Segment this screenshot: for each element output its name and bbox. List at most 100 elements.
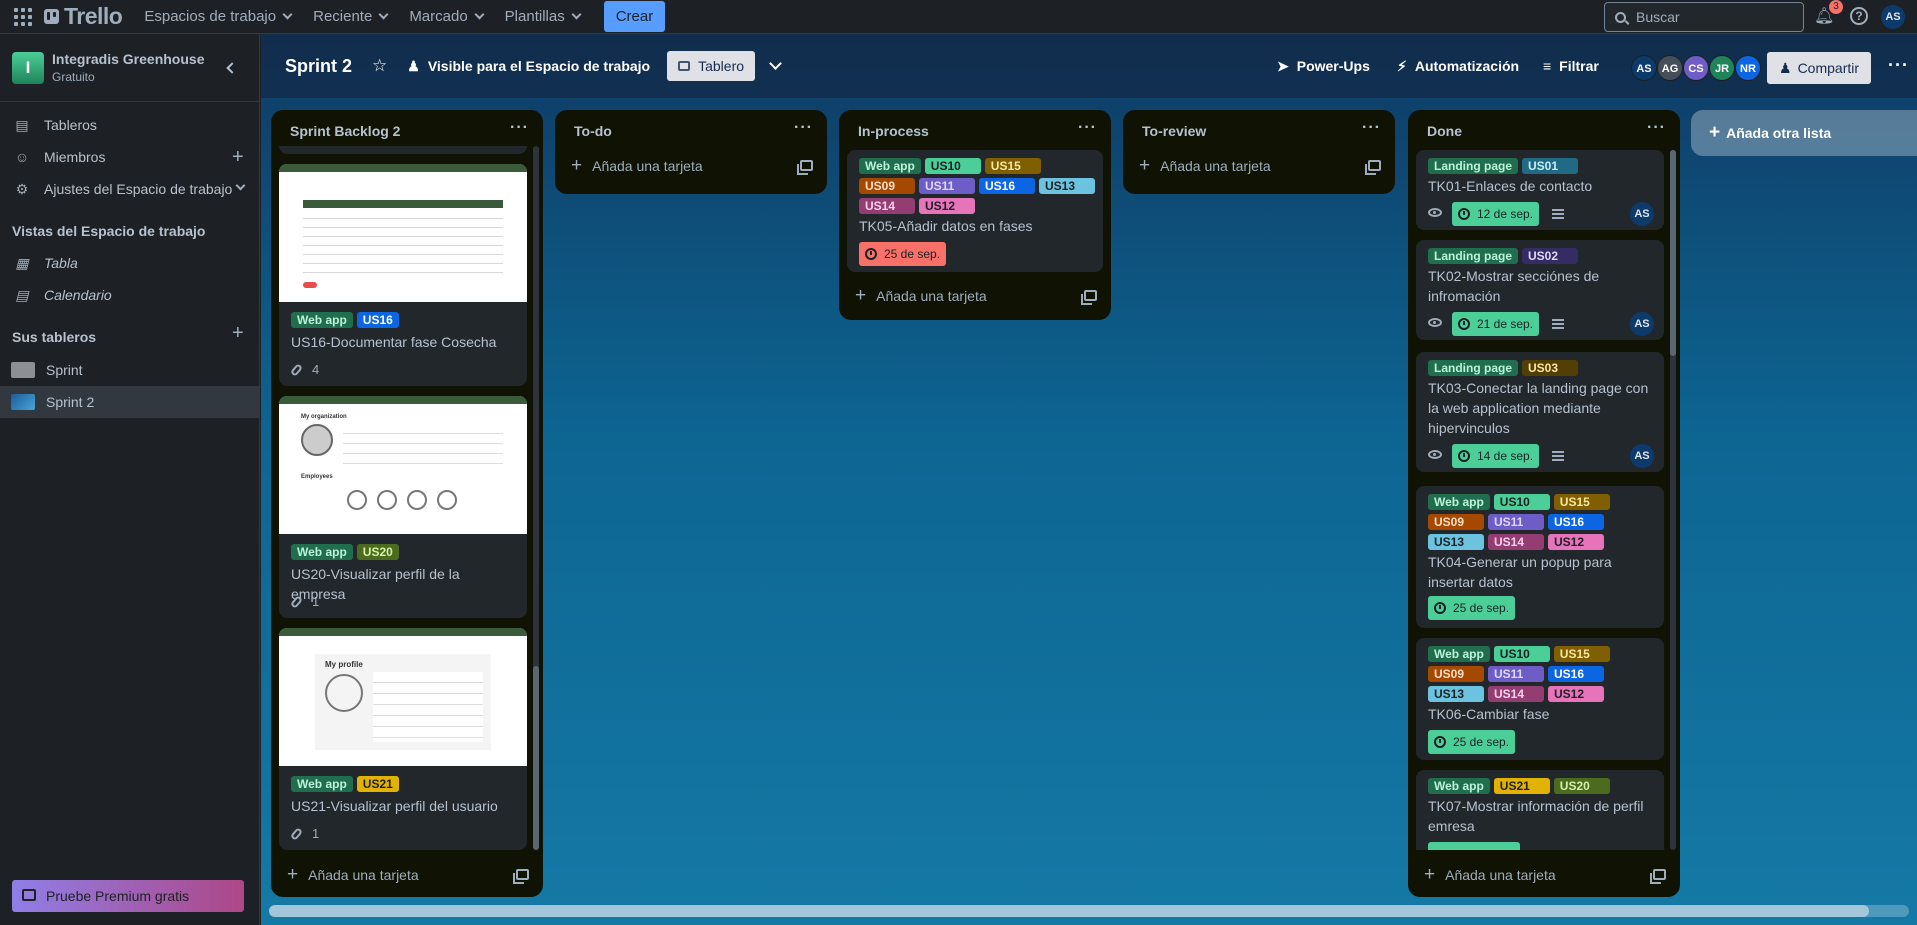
sidebar-item-table-view[interactable]: ▦ Tabla (0, 247, 260, 279)
label: US21 (356, 776, 399, 792)
card[interactable]: Landing page US01 TK01-Enlaces de contac… (1416, 150, 1664, 230)
card-member-avatar[interactable]: AS (1630, 444, 1654, 468)
help-icon[interactable]: ? (1850, 7, 1868, 25)
card-member-avatar[interactable]: AS (1630, 312, 1654, 336)
due-date-badge[interactable]: 14 de sep. (1452, 444, 1540, 468)
board-title[interactable]: Sprint 2 (285, 56, 352, 77)
powerups-button[interactable]: ➤ Power-Ups (1277, 34, 1370, 98)
list-title[interactable]: Done (1427, 123, 1462, 139)
add-board-icon[interactable]: + (232, 322, 244, 345)
card-member-avatar[interactable]: AS (1630, 202, 1654, 226)
list-title[interactable]: In-process (858, 123, 929, 139)
sidebar-item-boards[interactable]: ▤ Tableros (0, 109, 260, 141)
card[interactable]: Web app US10 US15 US09 US11 US16 US13 US… (847, 150, 1103, 272)
chevron-down-icon[interactable] (769, 57, 782, 70)
label: Web app (291, 776, 353, 792)
label: Landing page (1428, 248, 1518, 264)
list-scrollbar[interactable] (1670, 150, 1676, 356)
automation-button[interactable]: ⚡︎ Automatización (1397, 34, 1519, 98)
trello-logo[interactable]: Trello (44, 3, 123, 30)
filter-button[interactable]: ≡ Filtrar (1543, 34, 1599, 98)
board-view-tab[interactable]: Tablero (667, 51, 756, 81)
card[interactable]: My organization Employees Web app US20 U… (279, 396, 527, 618)
member-avatar[interactable]: AS (1631, 55, 1657, 81)
list-title[interactable]: To-review (1142, 123, 1206, 139)
create-button[interactable]: Crear (603, 1, 666, 32)
board-horizontal-scrollbar-track (269, 905, 1909, 917)
nav-templates[interactable]: Plantillas (505, 8, 582, 25)
card-template-icon[interactable] (1365, 160, 1381, 175)
sidebar-board-sprint[interactable]: Sprint (0, 354, 260, 386)
nav-starred[interactable]: Marcado (409, 8, 485, 25)
nav-workspaces[interactable]: Espacios de trabajo (144, 8, 293, 25)
user-avatar[interactable]: AS (1881, 5, 1905, 29)
card[interactable]: Web app US16 US16-Documentar fase Cosech… (279, 164, 527, 386)
rocket-icon: ➤ (1277, 57, 1289, 74)
sidebar-item-settings[interactable]: ⚙ Ajustes del Espacio de trabajo (0, 173, 260, 205)
card[interactable]: Landing page US02 TK02-Mostrar secciónes… (1416, 240, 1664, 340)
star-icon[interactable]: ☆ (372, 56, 387, 76)
member-avatar[interactable]: AG (1657, 55, 1683, 81)
nav-recent[interactable]: Reciente (313, 8, 389, 25)
collapse-sidebar-icon[interactable] (222, 59, 240, 77)
clock-icon (1434, 602, 1446, 614)
list-menu-icon[interactable]: ··· (510, 119, 529, 137)
card-partial[interactable] (279, 146, 527, 154)
card[interactable]: Web app US21 US20 TK07-Mostrar informaci… (1416, 770, 1664, 850)
card-template-icon[interactable] (1650, 869, 1666, 884)
add-list-button[interactable]: + Añada otra lista (1691, 110, 1917, 156)
card-template-icon[interactable] (513, 869, 529, 884)
list-menu-icon[interactable]: ··· (1078, 119, 1097, 137)
list-menu-icon[interactable]: ··· (1647, 119, 1666, 137)
due-date-badge[interactable]: 25 de sep. (859, 242, 947, 266)
sidebar-item-calendar-view[interactable]: ▤ Calendario (0, 279, 260, 311)
add-card-button[interactable]: + Añada una tarjeta (283, 859, 531, 891)
label: US10 (924, 158, 981, 174)
add-card-button[interactable]: + Añada una tarjeta (567, 150, 703, 182)
card[interactable]: Web app US10 US15 US09 US11 US16 US13 US… (1416, 486, 1664, 628)
share-button[interactable]: ♟ Compartir (1767, 52, 1872, 84)
add-card-button[interactable]: + Añada una tarjeta (851, 280, 987, 312)
card[interactable]: Web app US10 US15 US09 US11 US16 US13 US… (1416, 638, 1664, 760)
workspace-name[interactable]: Integradis Greenhouse (52, 51, 204, 67)
watching-eye-icon (1428, 318, 1442, 327)
attachments-count: 1 (289, 594, 319, 609)
app-switcher-icon[interactable] (12, 6, 34, 28)
add-card-button[interactable]: + Añada una tarjeta (1420, 859, 1668, 891)
member-avatar[interactable]: CS (1683, 55, 1709, 81)
card-title: TK04-Generar un popup para insertar dato… (1428, 554, 1612, 590)
due-date-badge[interactable]: 21 de sep. (1452, 312, 1540, 336)
member-avatar[interactable]: JR (1709, 55, 1735, 81)
list-title[interactable]: Sprint Backlog 2 (290, 123, 400, 139)
add-member-icon[interactable]: + (232, 146, 244, 169)
clock-icon (1458, 208, 1470, 220)
card[interactable]: Landing page US03 TK03-Conectar la landi… (1416, 352, 1664, 472)
visibility-button[interactable]: ♟ Visible para el Espacio de trabajo (407, 58, 650, 75)
member-avatar[interactable]: NR (1735, 55, 1761, 81)
clock-icon (1458, 450, 1470, 462)
due-date-badge[interactable]: 25 de sep. (1428, 596, 1516, 620)
try-premium-button[interactable]: Pruebe Premium gratis (12, 880, 244, 912)
sidebar-item-members[interactable]: ☺ Miembros + (0, 141, 260, 173)
board-menu-icon[interactable]: ··· (1888, 56, 1909, 74)
card-template-icon[interactable] (1081, 290, 1097, 305)
list-title[interactable]: To-do (574, 123, 612, 139)
label: US15 (984, 158, 1041, 174)
notification-count-badge: 3 (1829, 0, 1843, 14)
chevron-down-icon (235, 180, 246, 191)
card-cover-image (279, 164, 527, 302)
sidebar-board-sprint-2[interactable]: Sprint 2 (0, 386, 260, 418)
board-horizontal-scrollbar[interactable] (269, 905, 1869, 917)
search-input[interactable]: Buscar (1604, 2, 1804, 32)
card-template-icon[interactable] (797, 160, 813, 175)
label: US11 (1488, 514, 1544, 530)
card-cover-image: My profile (279, 628, 527, 766)
list-menu-icon[interactable]: ··· (1362, 119, 1381, 137)
list-scrollbar[interactable] (533, 666, 539, 850)
due-date-badge[interactable]: 12 de sep. (1452, 202, 1540, 226)
search-icon (1615, 11, 1626, 23)
card[interactable]: My profile Web app US21 US21-Visualizar … (279, 628, 527, 850)
due-date-badge[interactable]: 25 de sep. (1428, 730, 1516, 754)
add-card-button[interactable]: + Añada una tarjeta (1135, 150, 1271, 182)
list-menu-icon[interactable]: ··· (794, 119, 813, 137)
